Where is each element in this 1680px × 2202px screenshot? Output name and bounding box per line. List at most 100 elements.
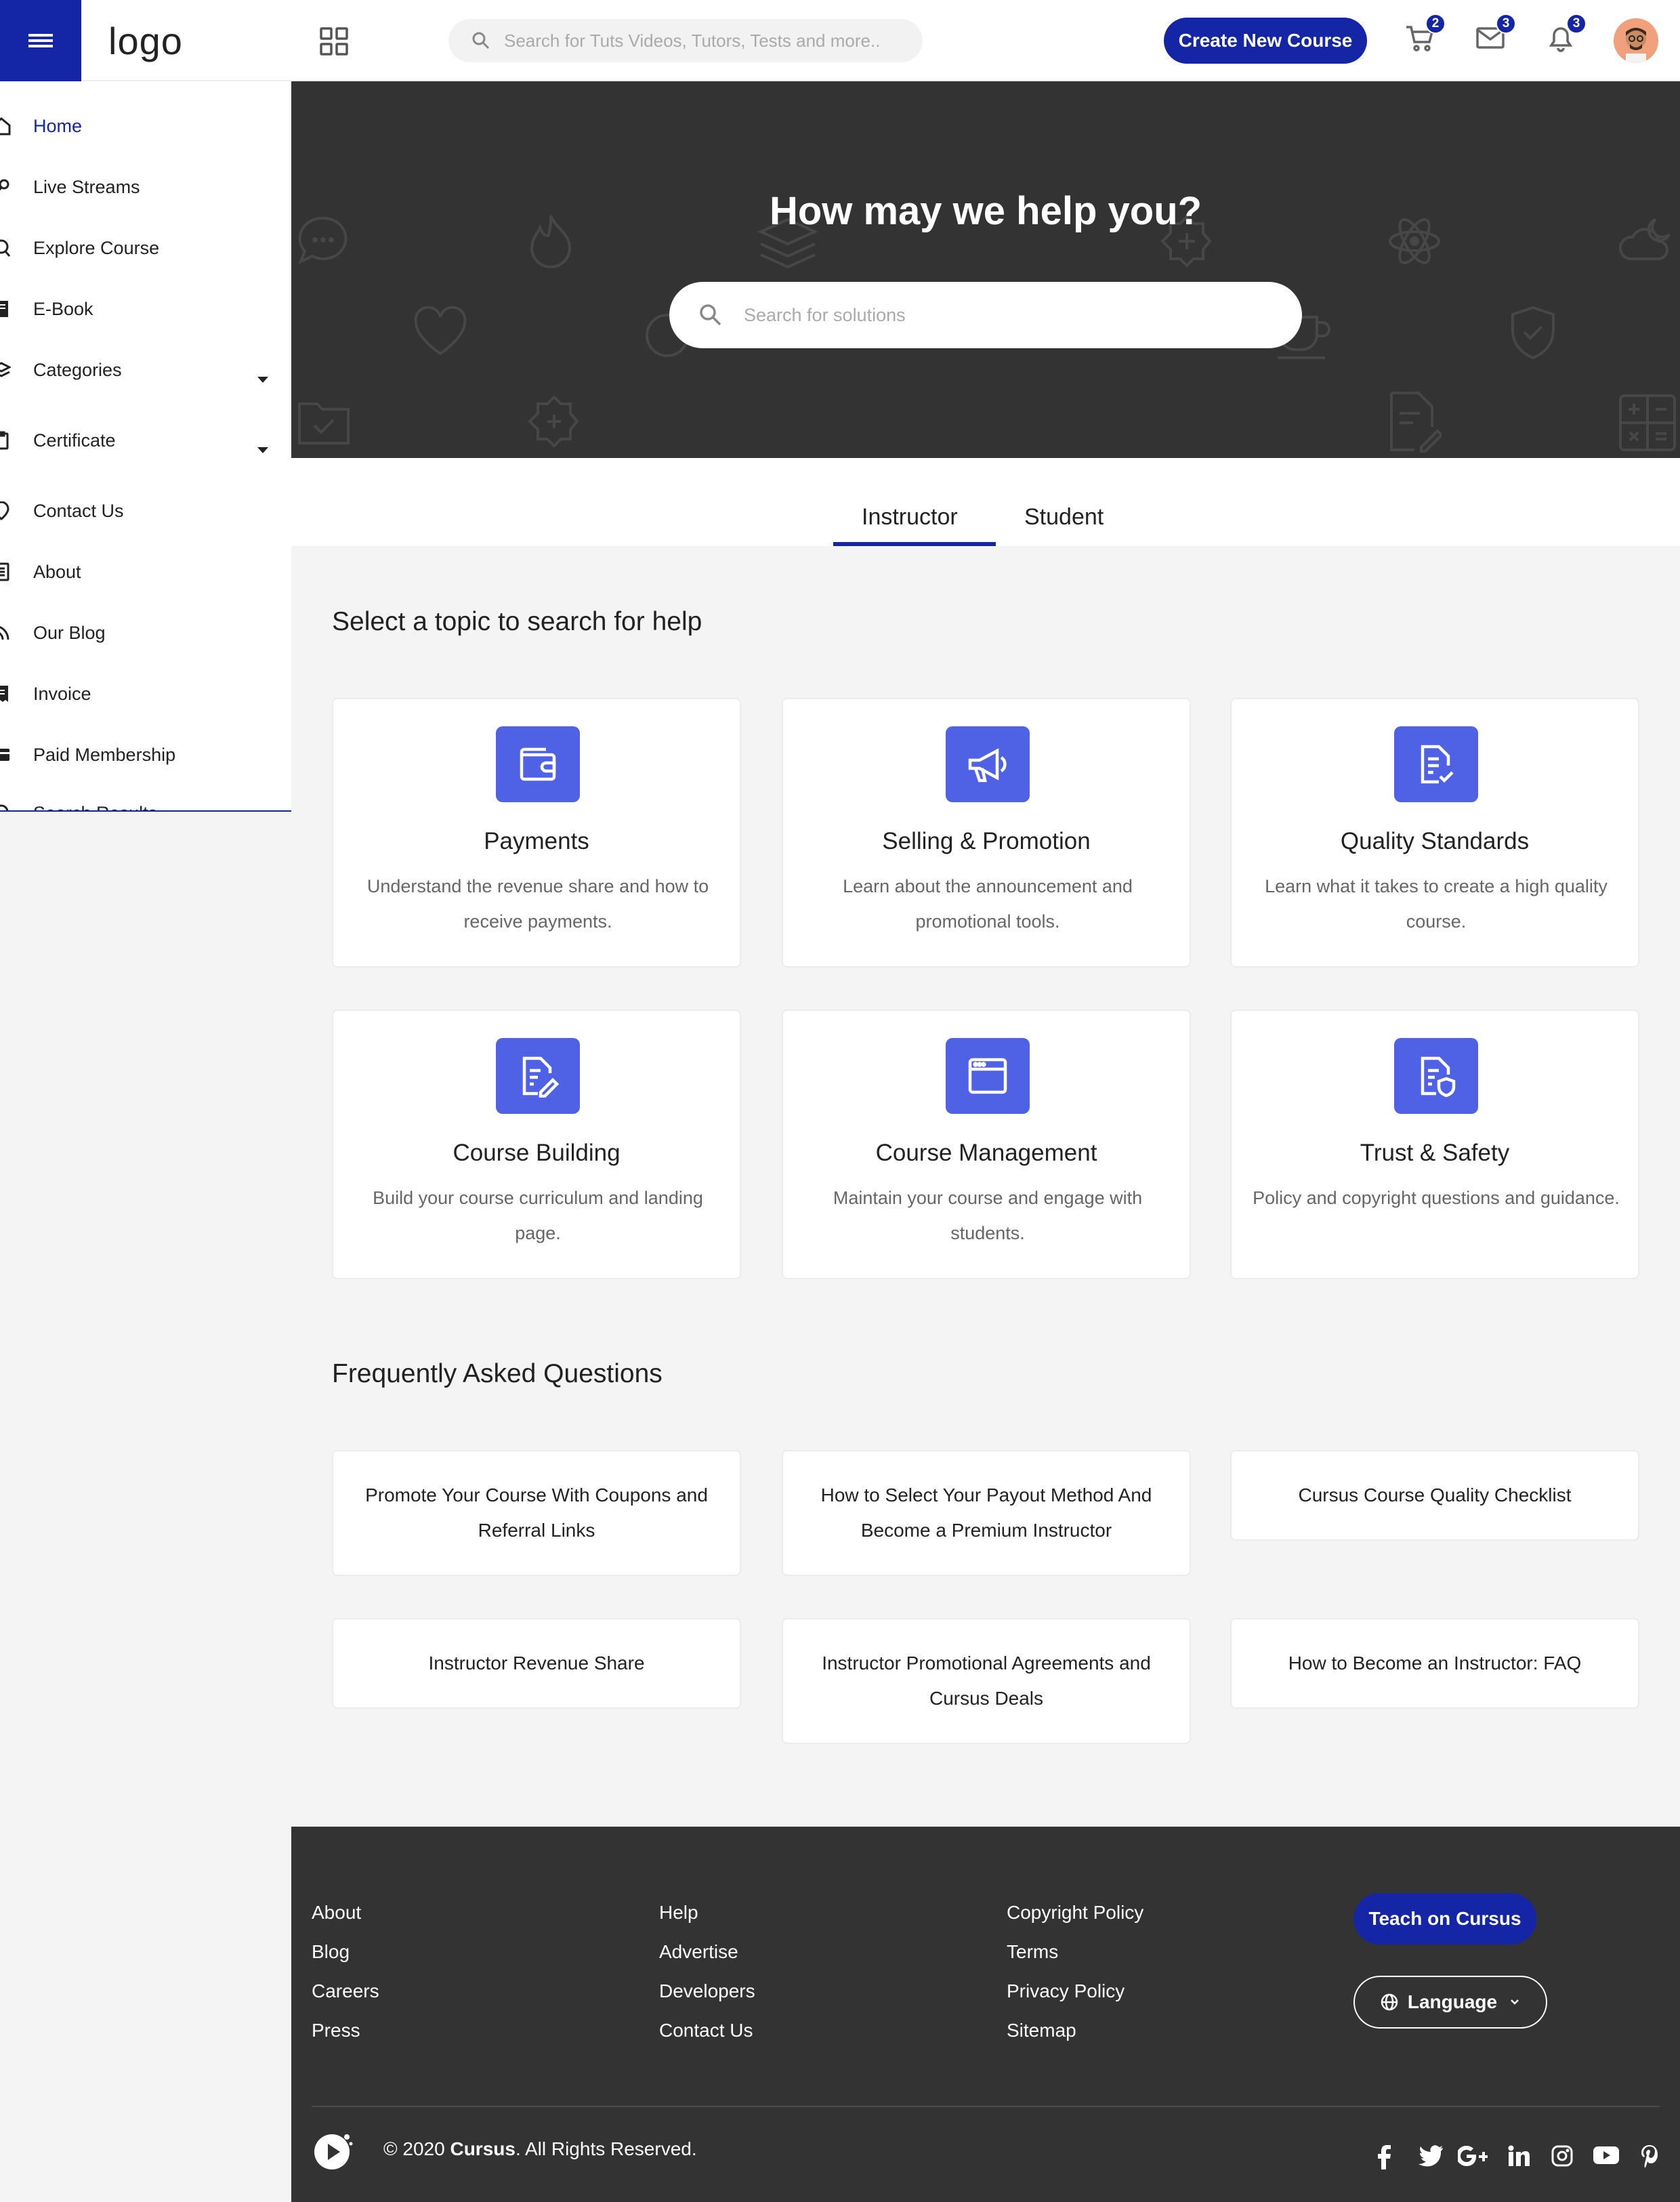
sidebar-item-explore[interactable]: Explore Course bbox=[0, 228, 291, 268]
cart-button[interactable]: 2 bbox=[1405, 14, 1446, 53]
copyright-prefix: © 2020 bbox=[383, 2138, 445, 2159]
document-check-icon bbox=[1394, 726, 1478, 802]
card-title: Payments bbox=[484, 828, 589, 854]
sidebar-item-categories[interactable]: Categories bbox=[0, 350, 291, 390]
youtube-icon[interactable] bbox=[1593, 2145, 1619, 2165]
footer-link-contact[interactable]: Contact Us bbox=[659, 2011, 755, 2050]
sidebar-item-blog[interactable]: Our Blog bbox=[0, 612, 291, 653]
footer-link-about[interactable]: About bbox=[312, 1893, 379, 1932]
footer-link-careers[interactable]: Careers bbox=[312, 1972, 379, 2011]
sidebar-item-membership[interactable]: Paid Membership bbox=[0, 734, 291, 775]
hero-title: How may we help you? bbox=[769, 189, 1202, 233]
sidebar-item-label: Categories bbox=[33, 359, 122, 380]
faq-item[interactable]: How to Select Your Payout Method And Bec… bbox=[782, 1450, 1191, 1576]
topic-card-payments[interactable]: Payments Understand the revenue share an… bbox=[332, 698, 741, 968]
sidebar-item-home[interactable]: Home bbox=[0, 106, 291, 146]
footer-link-advertise[interactable]: Advertise bbox=[659, 1932, 755, 1972]
search-icon bbox=[0, 804, 9, 810]
footer-link-help[interactable]: Help bbox=[659, 1893, 755, 1932]
about-icon bbox=[0, 562, 9, 581]
heart-icon bbox=[414, 306, 467, 356]
copyright-text: © 2020 Cursus. All Rights Reserved. bbox=[383, 2138, 697, 2160]
cursus-logo-icon[interactable] bbox=[312, 2130, 354, 2172]
sidebar-item-ebook[interactable]: E-Book bbox=[0, 289, 291, 329]
active-tab-indicator bbox=[833, 542, 996, 546]
card-title: Quality Standards bbox=[1340, 828, 1530, 854]
top-search-box bbox=[448, 19, 923, 62]
pinterest-icon[interactable] bbox=[1641, 2145, 1658, 2168]
card-title: Selling & Promotion bbox=[882, 828, 1091, 854]
notifications-button[interactable]: 3 bbox=[1546, 14, 1587, 53]
card-description: Understand the revenue share and how to … bbox=[366, 876, 709, 932]
footer-link-copyright-policy[interactable]: Copyright Policy bbox=[1007, 1893, 1143, 1932]
faq-item[interactable]: Instructor Revenue Share bbox=[332, 1618, 741, 1709]
footer-link-privacy[interactable]: Privacy Policy bbox=[1007, 1972, 1143, 2011]
footer-column-company: About Blog Careers Press bbox=[312, 1893, 379, 2050]
logo[interactable]: logo bbox=[108, 19, 183, 63]
copyright-suffix: . All Rights Reserved. bbox=[515, 2138, 697, 2159]
hero-search-input[interactable] bbox=[744, 304, 1259, 326]
chevron-down-icon[interactable] bbox=[257, 377, 268, 383]
menu-toggle-button[interactable] bbox=[0, 0, 81, 81]
language-label: Language bbox=[1407, 1991, 1498, 2012]
folder-check-icon bbox=[298, 402, 350, 444]
footer-link-sitemap[interactable]: Sitemap bbox=[1007, 2011, 1143, 2050]
topic-card-course-building[interactable]: Course Building Build your course curric… bbox=[332, 1010, 741, 1279]
top-search-input[interactable] bbox=[504, 30, 883, 51]
language-button[interactable]: Language bbox=[1353, 1976, 1547, 2029]
hamburger-icon bbox=[28, 34, 53, 47]
faq-item[interactable]: How to Become an Instructor: FAQ bbox=[1230, 1618, 1639, 1709]
document-shield-icon bbox=[1394, 1038, 1478, 1114]
footer-link-developers[interactable]: Developers bbox=[659, 1972, 755, 2011]
topic-card-course-management[interactable]: Course Management Maintain your course a… bbox=[782, 1010, 1191, 1279]
book-icon bbox=[0, 301, 8, 317]
twitter-icon[interactable] bbox=[1419, 2145, 1443, 2167]
topics-title: Select a topic to search for help bbox=[332, 607, 702, 636]
teach-on-cursus-button[interactable]: Teach on Cursus bbox=[1353, 1893, 1536, 1945]
messages-button[interactable]: 3 bbox=[1475, 14, 1516, 53]
sidebar-item-about[interactable]: About bbox=[0, 552, 291, 592]
sidebar-item-contact[interactable]: Contact Us bbox=[0, 491, 291, 531]
brand-name[interactable]: Cursus bbox=[450, 2138, 515, 2159]
footer-link-blog[interactable]: Blog bbox=[312, 1932, 379, 1972]
topic-card-trust-safety[interactable]: Trust & Safety Policy and copyright ques… bbox=[1230, 1010, 1639, 1279]
chevron-down-icon[interactable] bbox=[257, 447, 268, 453]
faq-item[interactable]: Promote Your Course With Coupons and Ref… bbox=[332, 1450, 741, 1576]
footer-link-press[interactable]: Press bbox=[312, 2011, 379, 2050]
rss-icon bbox=[0, 626, 9, 640]
tab-instructor[interactable]: Instructor bbox=[862, 504, 958, 531]
sidebar-item-label: Contact Us bbox=[33, 500, 124, 521]
cart-badge: 2 bbox=[1425, 14, 1446, 34]
google-plus-icon[interactable] bbox=[1458, 2145, 1488, 2167]
facebook-icon[interactable] bbox=[1374, 2145, 1394, 2169]
sidebar-item-search-results[interactable]: Search Results bbox=[0, 793, 291, 810]
sidebar: Home Live Streams Explore Course E-Book … bbox=[0, 81, 291, 812]
faq-item[interactable]: Cursus Course Quality Checklist bbox=[1230, 1450, 1639, 1541]
topic-card-selling[interactable]: Selling & Promotion Learn about the anno… bbox=[782, 698, 1191, 968]
card-title: Course Management bbox=[875, 1140, 1097, 1166]
sidebar-item-invoice[interactable]: Invoice bbox=[0, 673, 291, 714]
linkedin-icon[interactable] bbox=[1508, 2145, 1530, 2167]
layers-icon bbox=[0, 362, 11, 377]
apps-grid-icon[interactable] bbox=[320, 27, 348, 56]
notifications-badge: 3 bbox=[1566, 14, 1587, 34]
chevron-down-icon bbox=[1511, 1999, 1519, 2005]
instagram-icon[interactable] bbox=[1551, 2145, 1573, 2167]
top-header: logo Create New Course 2 3 3 bbox=[0, 0, 1680, 81]
calculator-icon bbox=[1619, 394, 1676, 451]
tab-student[interactable]: Student bbox=[1024, 504, 1104, 531]
card-icon bbox=[0, 749, 9, 761]
faq-item[interactable]: Instructor Promotional Agreements and Cu… bbox=[782, 1618, 1191, 1744]
user-avatar[interactable] bbox=[1614, 18, 1658, 63]
sidebar-item-live-streams[interactable]: Live Streams bbox=[0, 167, 291, 207]
card-title: Trust & Safety bbox=[1360, 1140, 1510, 1166]
card-description: Learn what it takes to create a high qua… bbox=[1265, 876, 1608, 932]
tab-bar: Instructor Student bbox=[291, 458, 1680, 546]
certificate-icon bbox=[0, 431, 9, 450]
document-edit-icon bbox=[496, 1038, 580, 1114]
card-title: Course Building bbox=[453, 1140, 621, 1166]
topic-card-quality[interactable]: Quality Standards Learn what it takes to… bbox=[1230, 698, 1639, 968]
sidebar-item-certificate[interactable]: Certificate bbox=[0, 420, 291, 461]
create-course-button[interactable]: Create New Course bbox=[1164, 18, 1367, 64]
footer-link-terms[interactable]: Terms bbox=[1007, 1932, 1143, 1972]
